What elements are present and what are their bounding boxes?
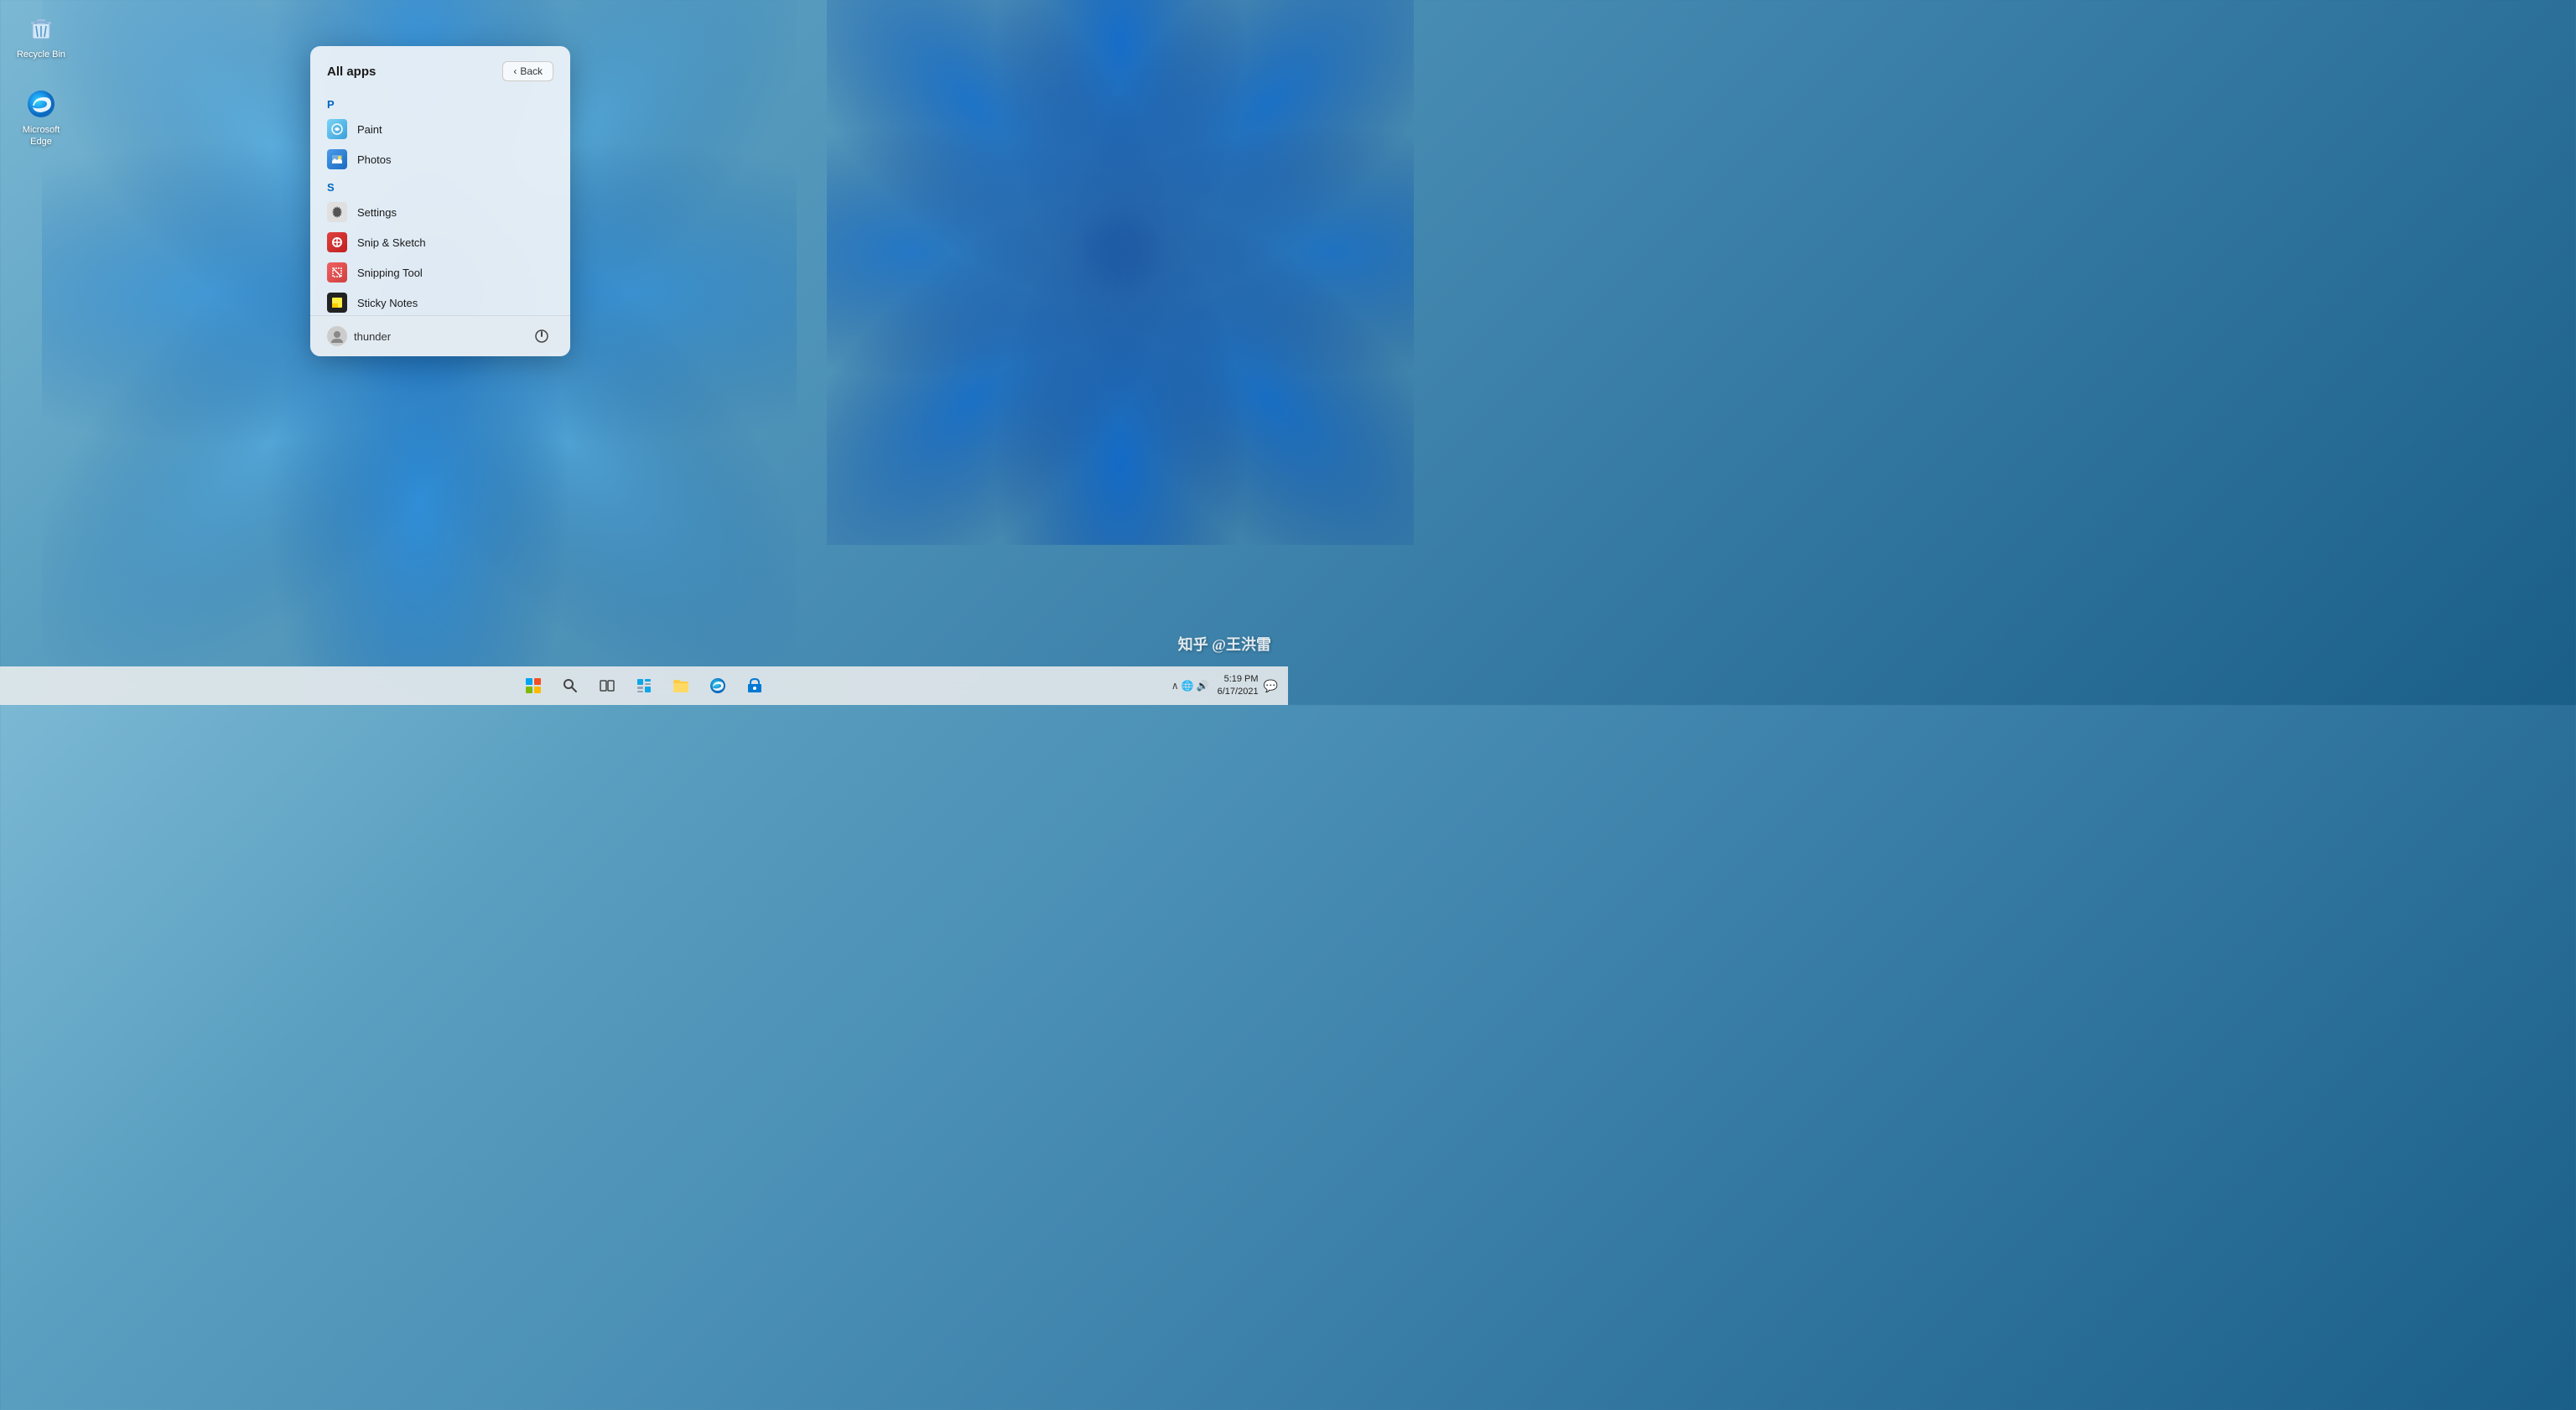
recycle-bin-label: Recycle Bin: [17, 49, 65, 60]
desktop-bloom-right: [827, 0, 1414, 545]
sticky-notes-label: Sticky Notes: [357, 297, 553, 309]
menu-header: All apps ‹ Back: [310, 46, 570, 91]
clock-date: 6/17/2021: [1218, 686, 1259, 698]
system-tray: ∧ 🌐 🔊 5:19 PM 6/17/2021 💬: [1171, 673, 1278, 699]
menu-footer: thunder: [310, 315, 570, 356]
photos-icon: [327, 149, 347, 169]
snipping-icon: [327, 262, 347, 283]
store-taskbar-button[interactable]: [737, 668, 772, 703]
username: thunder: [354, 330, 391, 343]
file-explorer-button[interactable]: [663, 668, 699, 703]
snipping-label: Snipping Tool: [357, 267, 553, 279]
taskbar: ∧ 🌐 🔊 5:19 PM 6/17/2021 💬: [0, 666, 1288, 705]
app-paint[interactable]: Paint: [317, 114, 564, 144]
app-sticky-notes[interactable]: Sticky Notes: [317, 288, 564, 315]
start-button[interactable]: [516, 668, 551, 703]
power-button[interactable]: [530, 324, 553, 348]
clock[interactable]: 5:19 PM 6/17/2021: [1218, 673, 1259, 699]
widgets-button[interactable]: [626, 668, 662, 703]
tray-up-arrow[interactable]: ∧: [1171, 680, 1179, 692]
menu-title: All apps: [327, 65, 376, 79]
recycle-bin-icon[interactable]: Recycle Bin: [8, 8, 74, 64]
settings-icon: [327, 202, 347, 222]
app-settings[interactable]: Settings: [317, 197, 564, 227]
recycle-bin-image: [24, 12, 58, 45]
back-chevron: ‹: [513, 65, 517, 77]
search-button[interactable]: [553, 668, 588, 703]
settings-label: Settings: [357, 206, 553, 219]
microsoft-edge-icon[interactable]: Microsoft Edge: [8, 84, 74, 152]
clock-time: 5:19 PM: [1224, 673, 1259, 686]
user-profile[interactable]: thunder: [327, 326, 391, 346]
edge-image: [24, 87, 58, 121]
tray-icons: ∧ 🌐 🔊: [1171, 680, 1209, 692]
sticky-notes-icon: [327, 293, 347, 313]
task-view-button[interactable]: [589, 668, 625, 703]
paint-icon: [327, 119, 347, 139]
app-photos[interactable]: Photos: [317, 144, 564, 174]
app-snipping-tool[interactable]: Snipping Tool: [317, 257, 564, 288]
watermark: 知乎 @王洪雷: [1178, 633, 1271, 655]
start-menu: All apps ‹ Back P Paint Photos S: [310, 46, 570, 356]
taskbar-center: [516, 668, 772, 703]
section-s: S: [317, 174, 564, 197]
user-avatar: [327, 326, 347, 346]
paint-label: Paint: [357, 123, 553, 136]
tray-volume[interactable]: 🔊: [1197, 680, 1209, 692]
photos-label: Photos: [357, 153, 553, 166]
app-snip-sketch[interactable]: Snip & Sketch: [317, 227, 564, 257]
edge-label: Microsoft Edge: [12, 124, 70, 148]
edge-taskbar-button[interactable]: [700, 668, 735, 703]
back-label: Back: [520, 65, 543, 77]
tray-network[interactable]: 🌐: [1182, 680, 1194, 692]
snip-sketch-icon: [327, 232, 347, 252]
snip-sketch-label: Snip & Sketch: [357, 236, 553, 249]
app-list: P Paint Photos S Settings Snip: [310, 91, 570, 315]
section-p: P: [317, 91, 564, 114]
back-button[interactable]: ‹ Back: [502, 61, 553, 81]
notifications-button[interactable]: 💬: [1264, 679, 1278, 693]
